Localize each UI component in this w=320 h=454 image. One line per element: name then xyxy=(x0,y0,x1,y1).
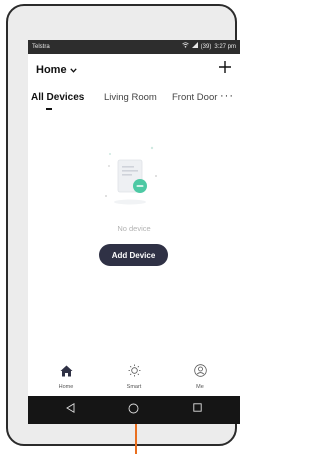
nav-me-label: Me xyxy=(196,384,204,390)
empty-document-illustration xyxy=(98,136,164,220)
home-title-label: Home xyxy=(36,64,67,76)
no-device-message: No device xyxy=(117,224,151,233)
wifi-icon xyxy=(181,40,189,54)
back-icon[interactable] xyxy=(66,403,75,416)
home-icon xyxy=(46,364,86,382)
home-selector[interactable]: Home xyxy=(36,64,77,76)
status-bar: Telstra (39) 3:27 pm xyxy=(28,40,240,54)
add-device-button[interactable]: Add Device xyxy=(99,244,168,266)
room-tabs: All Devices Living Room Front Door ··· xyxy=(28,86,240,112)
tab-front-door[interactable]: Front Door xyxy=(172,92,217,103)
nav-smart-label: Smart xyxy=(126,384,142,390)
battery-icon: (39) xyxy=(200,44,212,50)
nav-home[interactable]: Home xyxy=(46,364,86,390)
recents-icon[interactable] xyxy=(193,403,202,415)
clock-time: 3:27 pm xyxy=(214,44,236,50)
add-plus-icon[interactable] xyxy=(218,58,232,78)
tab-active-indicator xyxy=(46,108,52,110)
phone-screen: Telstra (39) 3:27 pm Home All Devices Li… xyxy=(28,40,240,424)
tab-living-room[interactable]: Living Room xyxy=(104,92,157,103)
app-header: Home xyxy=(28,54,240,86)
system-navigation-bar xyxy=(28,396,240,424)
bottom-navigation: Home Smart Me xyxy=(28,360,240,396)
more-tabs-icon[interactable]: ··· xyxy=(220,90,234,102)
tab-all-devices[interactable]: All Devices xyxy=(31,92,84,103)
home-circle-icon[interactable] xyxy=(128,403,139,417)
smiley-icon xyxy=(180,364,220,382)
carrier-label: Telstra xyxy=(32,44,50,50)
nav-me[interactable]: Me xyxy=(180,364,220,390)
signal-icon xyxy=(191,40,198,54)
status-right: (39) 3:27 pm xyxy=(181,40,236,54)
sun-icon xyxy=(114,364,154,382)
nav-smart[interactable]: Smart xyxy=(114,364,154,390)
chevron-down-icon xyxy=(69,66,77,75)
nav-home-label: Home xyxy=(58,384,74,390)
